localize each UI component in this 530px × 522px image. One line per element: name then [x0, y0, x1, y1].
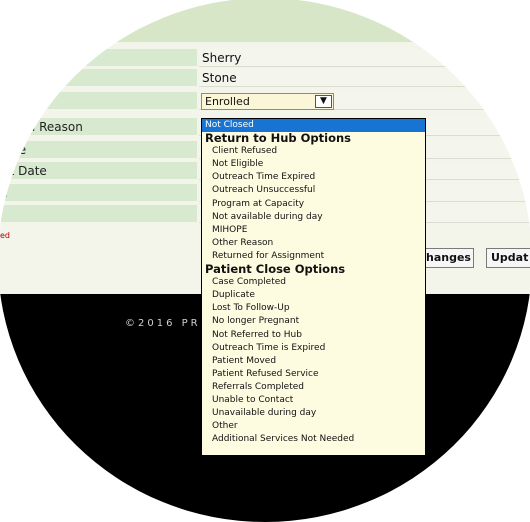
dropdown-option[interactable]: No longer Pregnant	[202, 315, 425, 328]
form-label-enrollment-date: nt Date	[0, 162, 197, 180]
dropdown-option[interactable]: Outreach Unsuccessful	[202, 184, 425, 197]
status-select-value: Enrolled	[205, 95, 250, 108]
dropdown-option[interactable]: Referrals Completed	[202, 381, 425, 394]
dropdown-option[interactable]: Duplicate	[202, 289, 425, 302]
dropdown-option[interactable]: Client Refused	[202, 145, 425, 158]
circular-viewport: Sherry Stone Enrolled ▼ sed Reason te nt…	[0, 0, 530, 522]
dropdown-option[interactable]: Unable to Contact	[202, 394, 425, 407]
form-label-status	[0, 92, 197, 110]
dropdown-option[interactable]: Case Completed	[202, 276, 425, 289]
dropdown-option[interactable]: Patient Moved	[202, 355, 425, 368]
dropdown-option[interactable]: Not Eligible	[202, 158, 425, 171]
closed-reason-dropdown-list[interactable]: Not Closed Return to Hub Options Client Re…	[201, 118, 426, 456]
chevron-down-icon[interactable]: ▼	[315, 95, 332, 108]
dropdown-group-header: Patient Close Options	[205, 262, 346, 277]
status-select[interactable]: Enrolled ▼	[201, 93, 334, 110]
form-label-last-name	[0, 69, 197, 87]
dropdown-option[interactable]: Additional Services Not Needed	[202, 433, 425, 446]
form-label-date: te	[0, 141, 197, 159]
form-label-extra	[0, 205, 197, 223]
copyright-text: ©2016 PR	[125, 318, 201, 329]
save-changes-button[interactable]: hanges	[421, 248, 474, 268]
dropdown-option[interactable]: Program at Capacity	[202, 198, 425, 211]
form-label-closed-reason: sed Reason	[0, 118, 197, 136]
dropdown-option[interactable]: Outreach Time is Expired	[202, 342, 425, 355]
dropdown-option[interactable]: Patient Refused Service	[202, 368, 425, 381]
dropdown-option[interactable]: Not available during day	[202, 211, 425, 224]
form-label-misc: e	[0, 184, 197, 202]
required-note: ed	[0, 231, 10, 240]
dropdown-option[interactable]: Outreach Time Expired	[202, 171, 425, 184]
dropdown-option[interactable]: Unavailable during day	[202, 407, 425, 420]
update-button[interactable]: Updat	[486, 248, 530, 268]
dropdown-option[interactable]: Not Referred to Hub	[202, 329, 425, 342]
first-name-value: Sherry	[199, 49, 530, 67]
form-label-first-name	[0, 49, 197, 67]
dropdown-option[interactable]: Other Reason	[202, 237, 425, 250]
header-band	[0, 0, 530, 42]
dropdown-option[interactable]: MIHOPE	[202, 224, 425, 237]
dropdown-group-header: Return to Hub Options	[205, 131, 352, 146]
dropdown-option[interactable]: Other	[202, 420, 425, 433]
dropdown-option[interactable]: Lost To Follow-Up	[202, 302, 425, 315]
last-name-value: Stone	[199, 69, 530, 87]
page: Sherry Stone Enrolled ▼ sed Reason te nt…	[0, 0, 530, 522]
